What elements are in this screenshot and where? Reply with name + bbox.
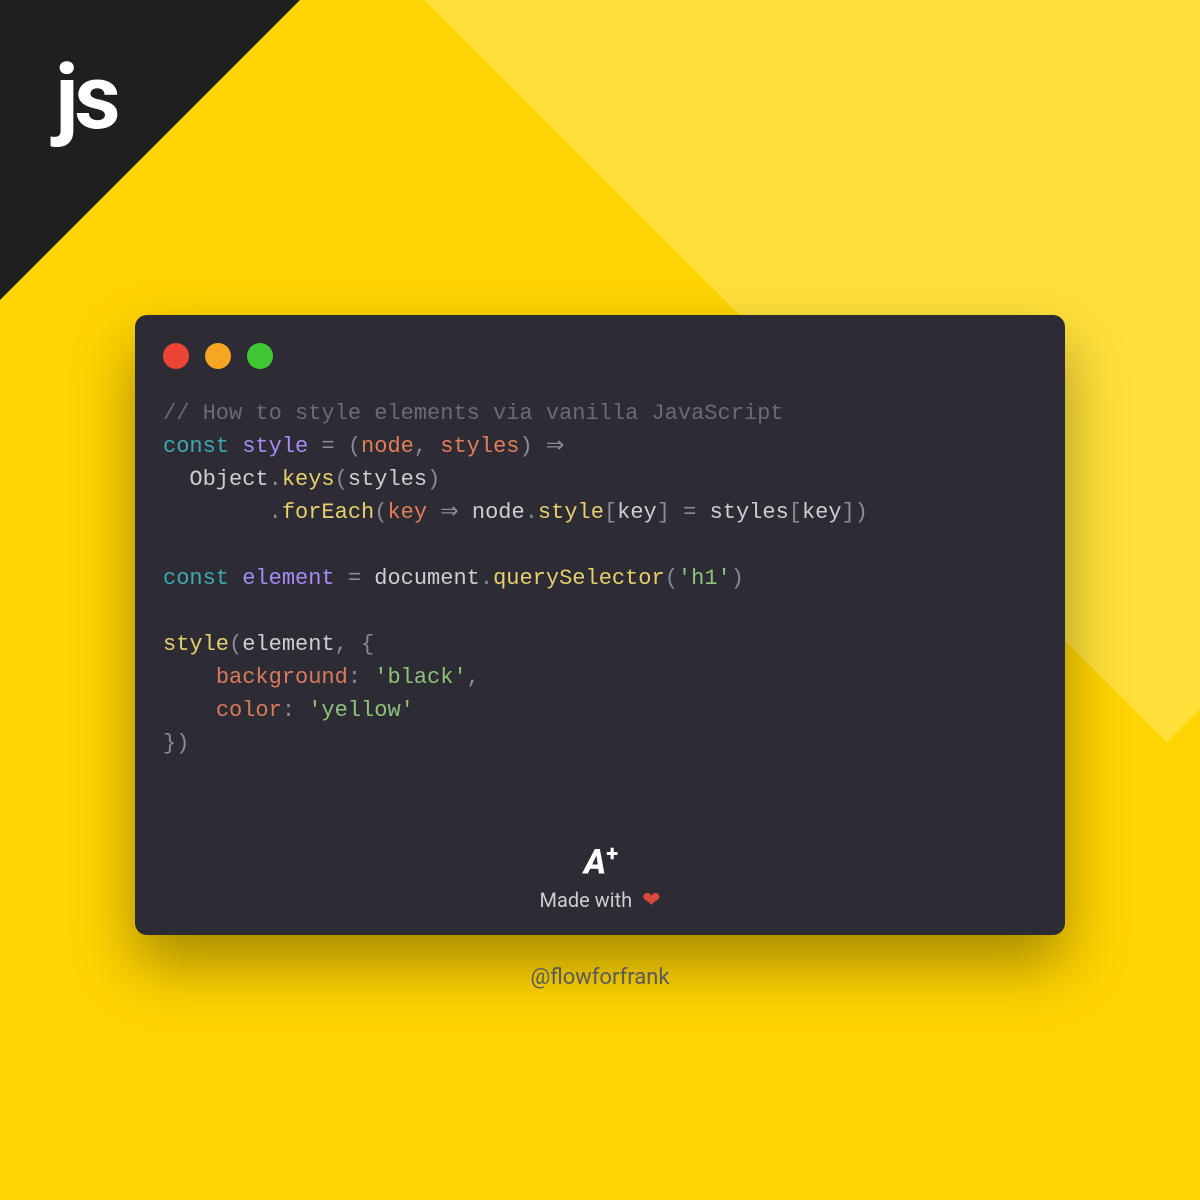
method-keys: keys	[282, 467, 335, 492]
var-element: element	[242, 566, 334, 591]
code-block: // How to style elements via vanilla Jav…	[163, 397, 1037, 760]
made-with-line: Made with ❤	[135, 888, 1065, 913]
string-yellow: 'yellow'	[308, 698, 414, 723]
obj-object: Object	[189, 467, 268, 492]
param-styles: styles	[440, 434, 519, 459]
string-black: 'black'	[374, 665, 466, 690]
heart-icon: ❤	[642, 888, 660, 913]
kw-const: const	[163, 434, 229, 459]
prop-background: background	[216, 665, 348, 690]
code-comment: // How to style elements via vanilla Jav…	[163, 401, 784, 426]
logo-plus: +	[606, 842, 616, 867]
maximize-icon[interactable]	[247, 343, 273, 369]
method-foreach: forEach	[282, 500, 374, 525]
logo-text: A	[584, 842, 604, 882]
param-key: key	[387, 500, 427, 525]
logo: A+	[135, 842, 1065, 882]
param-node: node	[361, 434, 414, 459]
string-h1: 'h1'	[678, 566, 731, 591]
made-with-text: Made with	[540, 888, 633, 912]
method-queryselector: querySelector	[493, 566, 665, 591]
corner-triangle: js	[0, 0, 300, 300]
fn-style: style	[242, 434, 308, 459]
author-handle: @flowforfrank	[0, 965, 1200, 990]
close-icon[interactable]	[163, 343, 189, 369]
editor-footer: A+ Made with ❤	[135, 842, 1065, 913]
minimize-icon[interactable]	[205, 343, 231, 369]
corner-label: js	[55, 45, 117, 150]
window-traffic-lights	[163, 343, 1037, 369]
prop-color: color	[216, 698, 282, 723]
code-editor-window: // How to style elements via vanilla Jav…	[135, 315, 1065, 935]
obj-document: document	[374, 566, 480, 591]
